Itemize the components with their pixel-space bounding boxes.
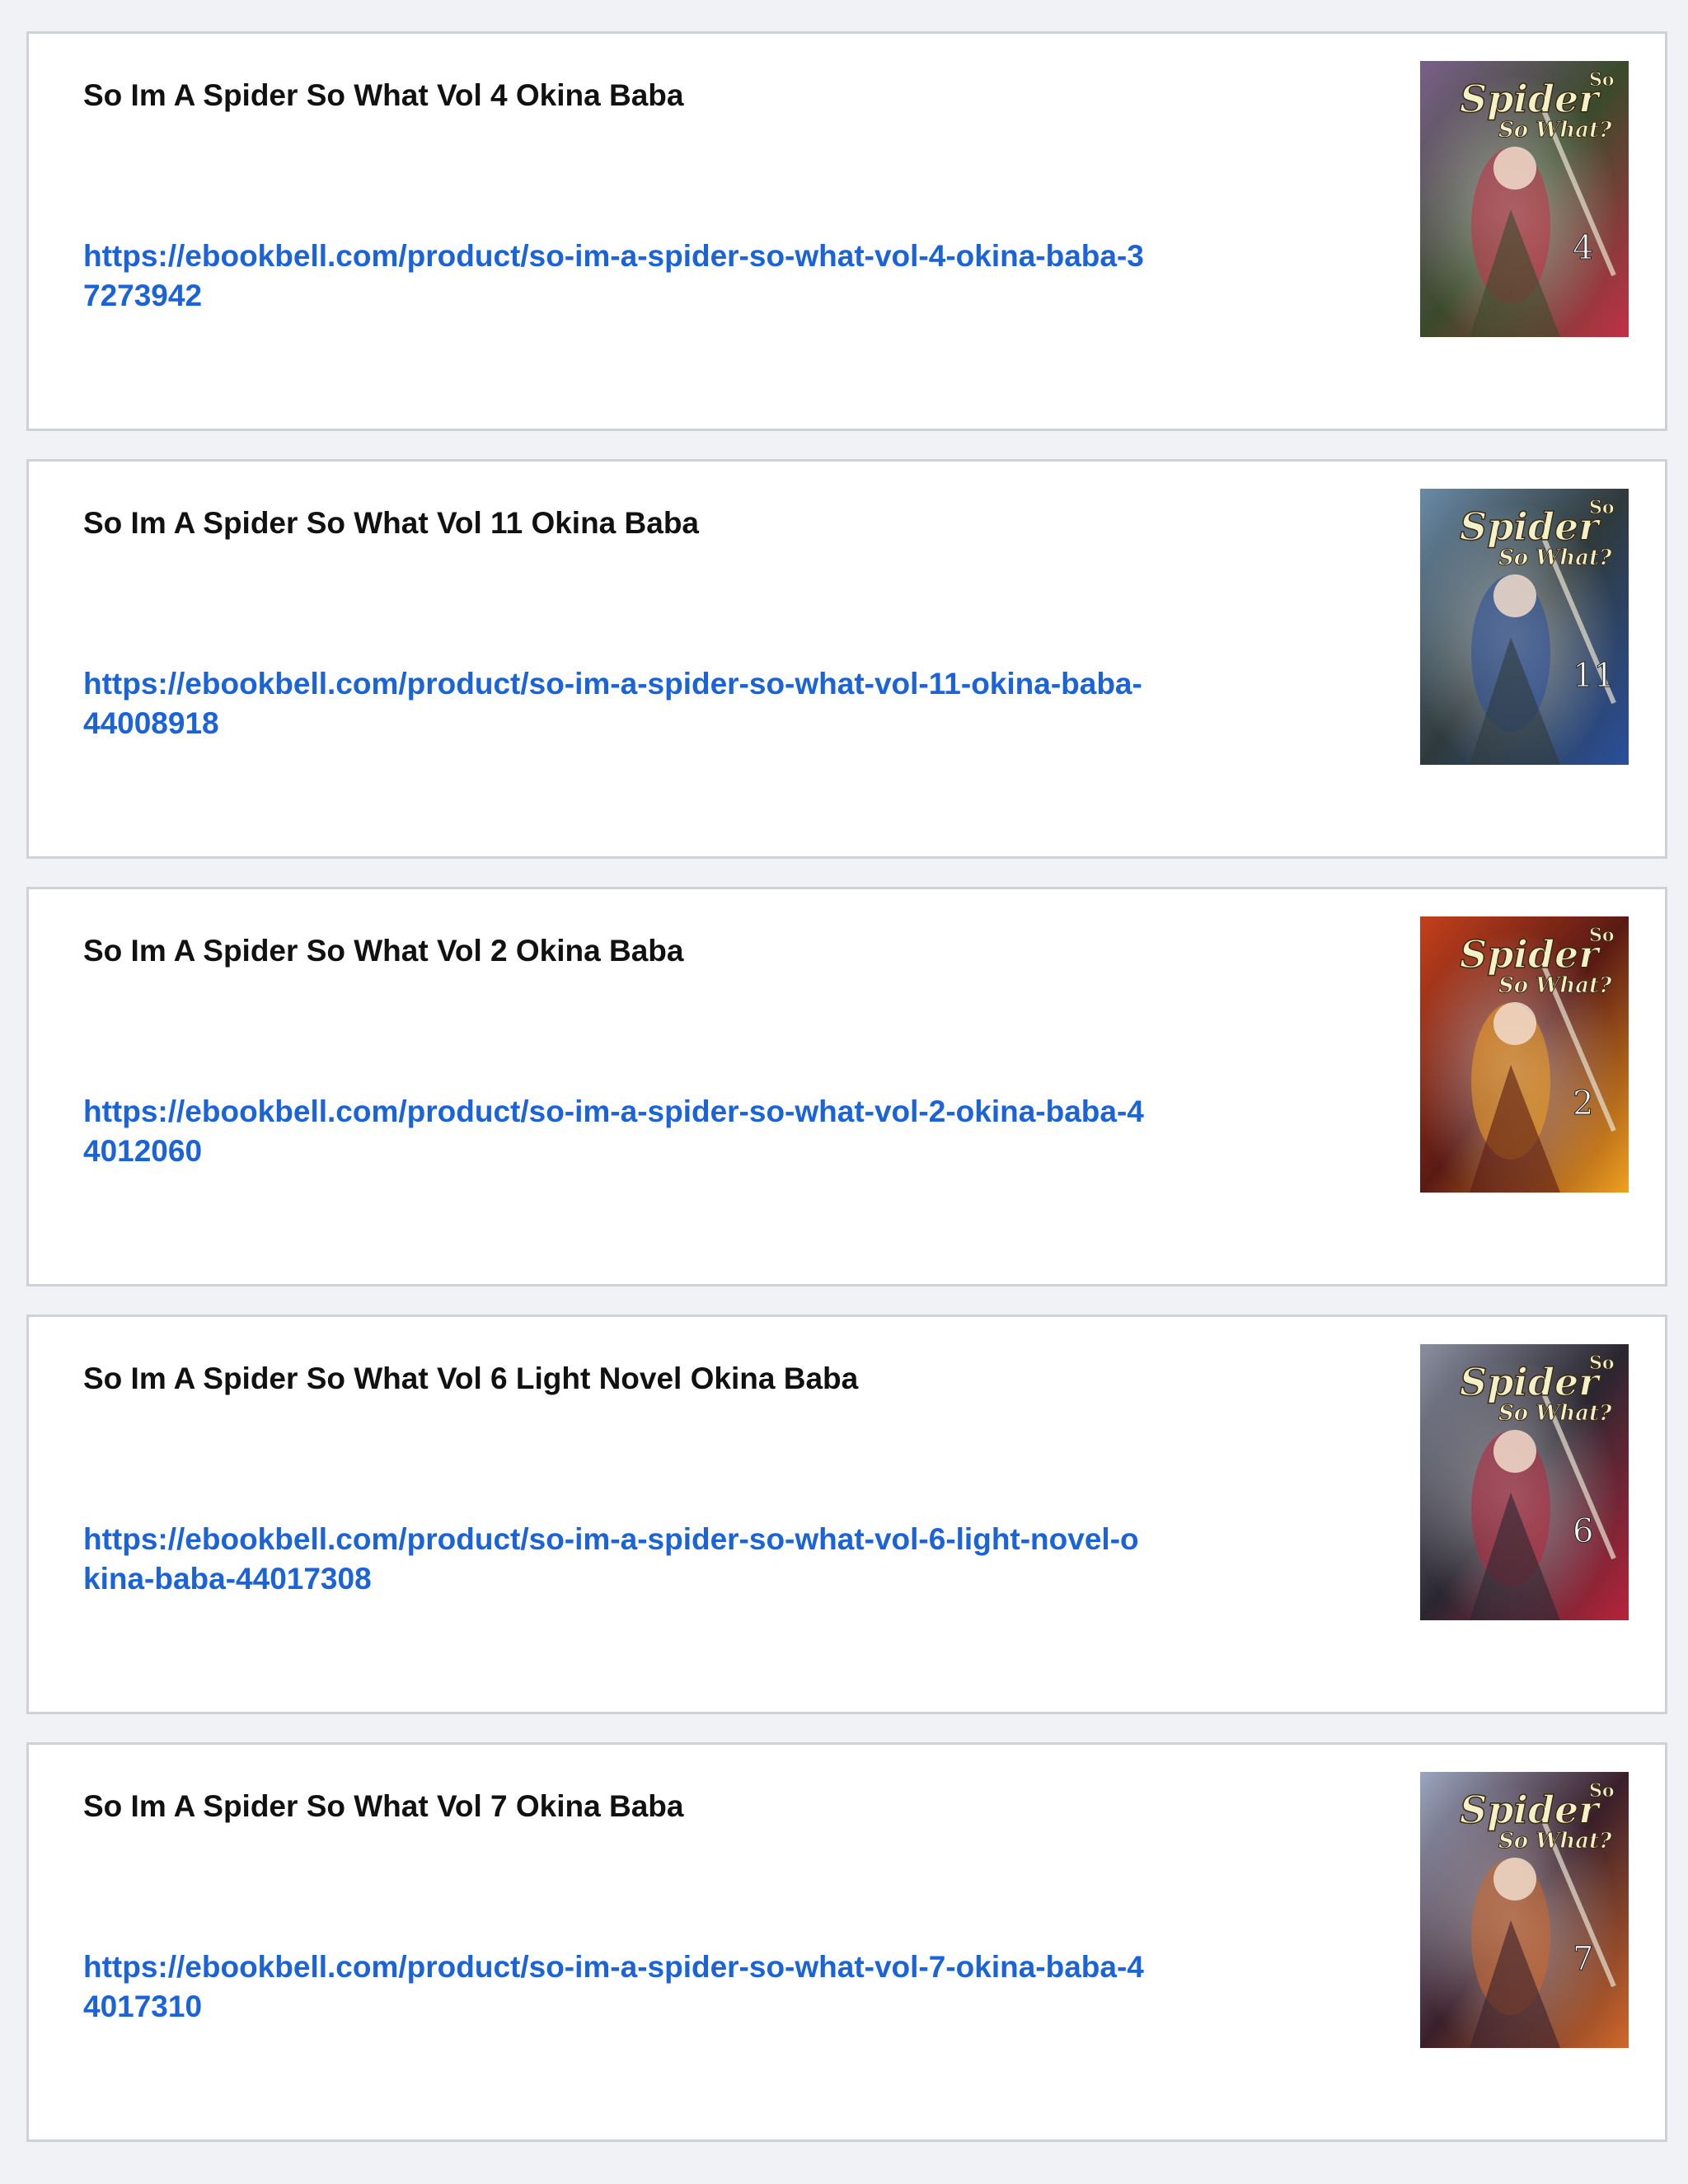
result-link[interactable]: https://ebookbell.com/product/so-im-a-sp… bbox=[83, 237, 1155, 316]
result-title: So Im A Spider So What Vol 11 Okina Baba bbox=[83, 506, 700, 540]
result-card: So Im A Spider So What Vol 2 Okina Baba … bbox=[26, 887, 1667, 1286]
svg-text:So What?: So What? bbox=[1498, 973, 1612, 998]
cover-art: SpiderSo So What? 4 bbox=[1420, 61, 1629, 337]
book-cover-image[interactable]: Spider So So What? 4 bbox=[1420, 61, 1629, 337]
cover-art: SpiderSo So What? 11 bbox=[1420, 489, 1629, 765]
result-card: So Im A Spider So What Vol 6 Light Novel… bbox=[26, 1315, 1667, 1714]
cover-art: SpiderSo So What? 6 bbox=[1420, 1344, 1629, 1620]
svg-text:So: So bbox=[1589, 1780, 1615, 1802]
result-link[interactable]: https://ebookbell.com/product/so-im-a-sp… bbox=[83, 1092, 1155, 1171]
result-link[interactable]: https://ebookbell.com/product/so-im-a-sp… bbox=[83, 1947, 1155, 2027]
result-title: So Im A Spider So What Vol 4 Okina Baba bbox=[83, 78, 684, 112]
result-title: So Im A Spider So What Vol 7 Okina Baba bbox=[83, 1789, 684, 1823]
svg-text:11: 11 bbox=[1573, 657, 1615, 695]
svg-text:2: 2 bbox=[1573, 1085, 1593, 1122]
cover-art: SpiderSo So What? 7 bbox=[1420, 1772, 1629, 2048]
book-cover-image[interactable]: Spider So So What? 7 bbox=[1420, 1772, 1629, 2048]
book-cover-image[interactable]: Spider So So What? 11 bbox=[1420, 489, 1629, 765]
book-cover-image[interactable]: Spider So So What? 6 bbox=[1420, 1344, 1629, 1620]
svg-text:6: 6 bbox=[1573, 1512, 1593, 1550]
svg-text:Spider: Spider bbox=[1460, 504, 1601, 549]
result-link[interactable]: https://ebookbell.com/product/so-im-a-sp… bbox=[83, 1520, 1155, 1599]
svg-text:Spider: Spider bbox=[1460, 77, 1601, 121]
svg-text:So: So bbox=[1589, 69, 1615, 91]
svg-text:Spider: Spider bbox=[1460, 932, 1601, 977]
svg-text:So What?: So What? bbox=[1498, 546, 1612, 570]
result-card: So Im A Spider So What Vol 7 Okina Baba … bbox=[26, 1742, 1667, 2142]
result-title: So Im A Spider So What Vol 6 Light Novel… bbox=[83, 1361, 859, 1395]
svg-text:Spider: Spider bbox=[1460, 1788, 1601, 1832]
result-link[interactable]: https://ebookbell.com/product/so-im-a-sp… bbox=[83, 664, 1155, 743]
svg-text:So: So bbox=[1589, 497, 1615, 518]
svg-text:Spider: Spider bbox=[1460, 1360, 1601, 1404]
svg-text:So What?: So What? bbox=[1498, 118, 1612, 143]
svg-text:7: 7 bbox=[1573, 1940, 1593, 1978]
svg-text:So: So bbox=[1589, 925, 1615, 946]
svg-text:So What?: So What? bbox=[1498, 1401, 1612, 1426]
result-card: So Im A Spider So What Vol 4 Okina Baba … bbox=[26, 31, 1667, 431]
result-card: So Im A Spider So What Vol 11 Okina Baba… bbox=[26, 459, 1667, 859]
result-title: So Im A Spider So What Vol 2 Okina Baba bbox=[83, 934, 684, 968]
svg-text:So: So bbox=[1589, 1352, 1615, 1374]
svg-text:4: 4 bbox=[1573, 229, 1593, 267]
svg-text:So What?: So What? bbox=[1498, 1829, 1612, 1854]
book-cover-image[interactable]: Spider So So What? 2 bbox=[1420, 916, 1629, 1193]
cover-art: SpiderSo So What? 2 bbox=[1420, 916, 1629, 1193]
